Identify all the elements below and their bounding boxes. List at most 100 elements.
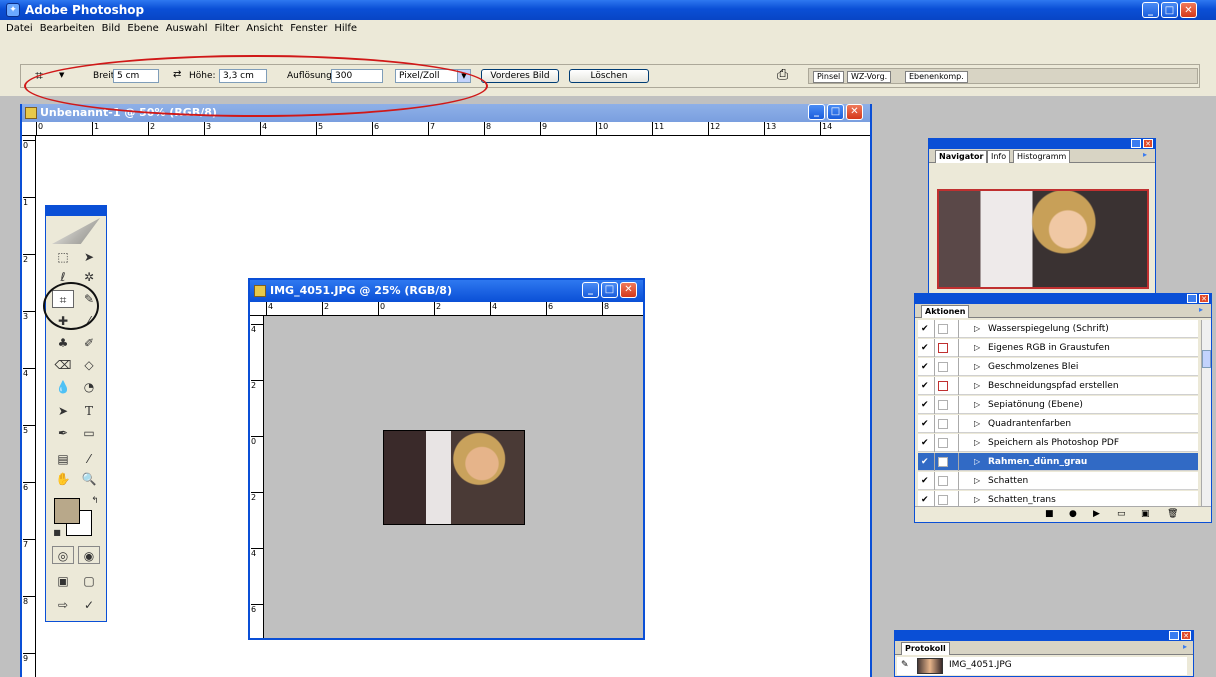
tab-navigator[interactable]: Navigator — [935, 150, 988, 163]
action-row[interactable]: ✔ ▷ Schatten_trans — [918, 491, 1198, 506]
healing-brush-tool-icon[interactable]: ✚ — [52, 312, 74, 330]
toggle-checkbox-icon[interactable]: ✔ — [921, 438, 931, 448]
expand-triangle-icon[interactable]: ▷ — [974, 396, 980, 414]
crop-tool-icon[interactable]: ⌗ — [52, 290, 74, 308]
slice-tool-icon[interactable]: ✎ — [78, 290, 100, 308]
jump-to-imageready-icon[interactable]: ⇨ — [52, 596, 74, 614]
palette-tab-pinsel[interactable]: Pinsel — [813, 71, 845, 83]
actions-close-icon[interactable]: ✕ — [1199, 294, 1209, 303]
swap-dimensions-icon[interactable]: ⇄ — [173, 69, 181, 80]
dialog-toggle-icon[interactable] — [938, 419, 948, 429]
maximize-button[interactable]: □ — [1161, 2, 1178, 18]
tab-info[interactable]: Info — [987, 150, 1011, 163]
clear-button[interactable]: Löschen — [569, 69, 649, 83]
history-snapshot-row[interactable]: ✎ IMG_4051.JPG — [897, 657, 1187, 675]
actions-palette-titlebar[interactable]: _ ✕ — [915, 294, 1211, 304]
history-close-icon[interactable]: ✕ — [1181, 631, 1191, 640]
document-titlebar[interactable]: Unbenannt-1 @ 50% (RGB/8) _ □ ✕ — [22, 104, 870, 122]
dialog-toggle-icon[interactable] — [938, 476, 948, 486]
preset-dropdown-icon[interactable]: ▼ — [59, 71, 64, 79]
doc-maximize-button[interactable]: □ — [827, 104, 844, 120]
expand-triangle-icon[interactable]: ▷ — [974, 434, 980, 452]
new-set-icon[interactable]: ▭ — [1117, 509, 1126, 519]
notes-tool-icon[interactable]: ▤ — [52, 450, 74, 468]
close-button[interactable]: ✕ — [1180, 2, 1197, 18]
stop-icon[interactable]: ■ — [1045, 509, 1054, 519]
foreground-color-swatch[interactable] — [54, 498, 80, 524]
actions-minimize-icon[interactable]: _ — [1187, 294, 1197, 303]
toggle-checkbox-icon[interactable]: ✔ — [921, 476, 931, 486]
palette-tab-ebenenkomp[interactable]: Ebenenkomp. — [905, 71, 968, 83]
dialog-toggle-icon[interactable] — [938, 343, 948, 353]
expand-triangle-icon[interactable]: ▷ — [974, 377, 980, 395]
tab-histogramm[interactable]: Histogramm — [1013, 150, 1071, 163]
paint-bucket-tool-icon[interactable]: ◇ — [78, 356, 100, 374]
img-close-button[interactable]: ✕ — [620, 282, 637, 298]
action-row[interactable]: ✔ ▷ Quadrantenfarben — [918, 415, 1198, 433]
menu-auswahl[interactable]: Auswahl — [166, 23, 208, 34]
tab-aktionen[interactable]: Aktionen — [921, 305, 970, 318]
type-tool-icon[interactable]: T — [78, 402, 100, 420]
swap-colors-icon[interactable]: ↰ — [84, 492, 106, 510]
toggle-checkbox-icon[interactable]: ✔ — [921, 457, 931, 467]
menu-ebene[interactable]: Ebene — [127, 23, 158, 34]
image-vertical-ruler[interactable]: 4 2 0 2 4 6 — [250, 316, 264, 638]
expand-triangle-icon[interactable]: ▷ — [974, 320, 980, 338]
navigator-close-icon[interactable]: ✕ — [1143, 139, 1153, 148]
toggle-checkbox-icon[interactable]: ✔ — [921, 343, 931, 353]
lasso-tool-icon[interactable]: ℓ — [52, 268, 74, 286]
dialog-toggle-icon[interactable] — [938, 438, 948, 448]
doc-minimize-button[interactable]: _ — [808, 104, 825, 120]
record-icon[interactable]: ● — [1069, 509, 1077, 519]
rectangle-tool-icon[interactable]: ▭ — [78, 424, 100, 442]
horizontal-ruler[interactable]: 0 1 2 3 4 5 6 7 8 9 10 11 12 13 14 — [22, 122, 870, 136]
navigator-menu-icon[interactable]: ▸ — [1143, 150, 1147, 159]
action-row[interactable]: ✔ ▷ Geschmolzenes Blei — [918, 358, 1198, 376]
pen-tool-icon[interactable]: ✒ — [52, 424, 74, 442]
quick-mask-mode-icon[interactable]: ◉ — [78, 546, 100, 564]
menu-bearbeiten[interactable]: Bearbeiten — [40, 23, 95, 34]
action-row[interactable]: ✔ ▷ Eigenes RGB in Graustufen — [918, 339, 1198, 357]
navigator-minimize-icon[interactable]: _ — [1131, 139, 1141, 148]
actions-list[interactable]: ✔ ▷ Wasserspiegelung (Schrift) ✔ ▷ Eigenes RG… — [915, 320, 1201, 506]
photoshop-feather-logo[interactable] — [52, 218, 100, 244]
eyedropper-tool-icon[interactable]: ⁄ — [78, 450, 100, 468]
play-icon[interactable]: ▶ — [1093, 509, 1100, 519]
toggle-checkbox-icon[interactable]: ✔ — [921, 362, 931, 372]
dialog-toggle-icon[interactable] — [938, 400, 948, 410]
palette-well-icon[interactable]: ⎙ — [777, 67, 788, 83]
dialog-toggle-icon[interactable] — [938, 324, 948, 334]
resolution-unit-select[interactable]: Pixel/Zoll ▼ — [395, 69, 471, 83]
history-minimize-icon[interactable]: _ — [1169, 631, 1179, 640]
crop-tool-preset-icon[interactable]: ⌗ — [35, 68, 43, 84]
navigator-palette-titlebar[interactable]: _ ✕ — [929, 139, 1155, 149]
doc-close-button[interactable]: ✕ — [846, 104, 863, 120]
action-row[interactable]: ✔ ▷ Sepiatönung (Ebene) — [918, 396, 1198, 414]
dodge-tool-icon[interactable]: ◔ — [78, 378, 100, 396]
hand-tool-icon[interactable]: ✋ — [52, 470, 74, 488]
expand-triangle-icon[interactable]: ▷ — [974, 453, 980, 471]
dialog-toggle-icon[interactable] — [938, 362, 948, 372]
brush-tool-icon[interactable]: ⁄ — [78, 312, 100, 330]
navigator-thumbnail[interactable] — [937, 189, 1149, 289]
action-row[interactable]: ✔ ▷ Schatten — [918, 472, 1198, 490]
actions-menu-icon[interactable]: ▸ — [1199, 305, 1203, 314]
front-image-button[interactable]: Vorderes Bild — [481, 69, 559, 83]
img-maximize-button[interactable]: □ — [601, 282, 618, 298]
dialog-toggle-icon[interactable] — [938, 381, 948, 391]
expand-triangle-icon[interactable]: ▷ — [974, 339, 980, 357]
expand-triangle-icon[interactable]: ▷ — [974, 491, 980, 506]
history-palette-titlebar[interactable]: _ ✕ — [895, 631, 1193, 641]
jump-to-app-icon[interactable]: ✓ — [78, 596, 100, 614]
toggle-checkbox-icon[interactable]: ✔ — [921, 400, 931, 410]
eraser-tool-icon[interactable]: ⌫ — [52, 356, 74, 374]
zoom-tool-icon[interactable]: 🔍 — [78, 470, 100, 488]
brush-source-icon[interactable]: ✎ — [901, 660, 909, 670]
path-selection-tool-icon[interactable]: ➤ — [52, 402, 74, 420]
expand-triangle-icon[interactable]: ▷ — [974, 358, 980, 376]
app-titlebar[interactable]: ✦ Adobe Photoshop _ □ ✕ — [0, 0, 1216, 20]
image-window-titlebar[interactable]: IMG_4051.JPG @ 25% (RGB/8) _ □ ✕ — [250, 280, 643, 302]
move-tool-icon[interactable]: ➤ — [78, 248, 100, 266]
tab-protokoll[interactable]: Protokoll — [901, 642, 950, 655]
menu-bild[interactable]: Bild — [102, 23, 121, 34]
